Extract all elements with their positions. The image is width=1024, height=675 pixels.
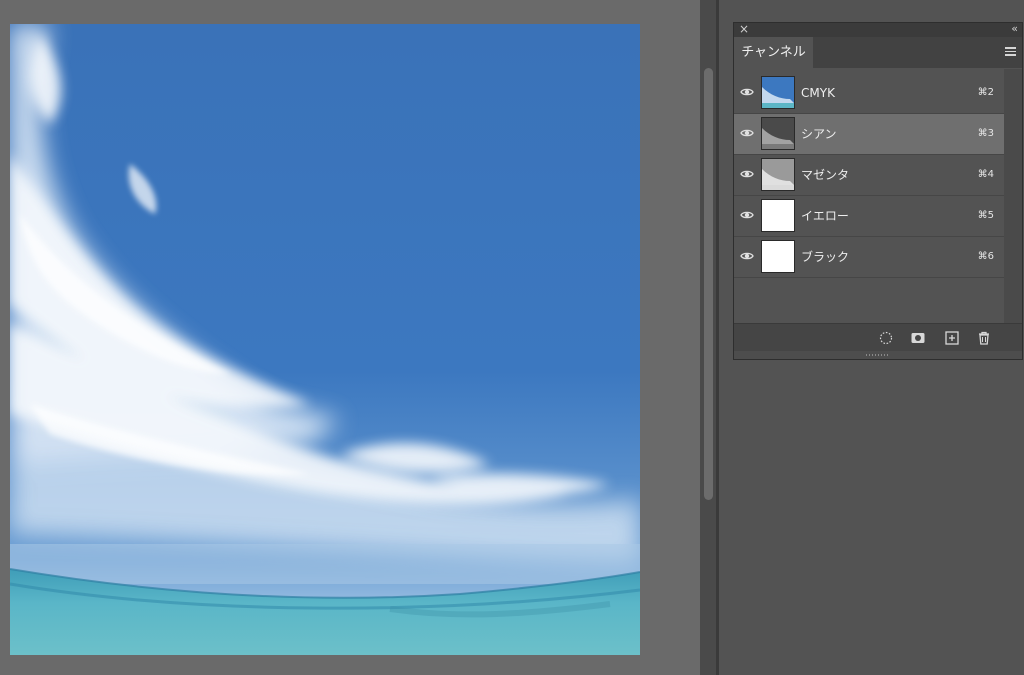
collapse-panel-icon[interactable]: ‹‹ [1011, 21, 1018, 37]
channel-shortcut: ⌘5 [977, 210, 994, 221]
channel-row-cmyk[interactable]: CMYK ⌘2 [734, 73, 1004, 114]
eye-icon[interactable] [740, 251, 754, 261]
channel-shortcut: ⌘4 [977, 169, 994, 180]
channel-row-magenta[interactable]: マゼンタ ⌘4 [734, 155, 1004, 196]
channel-name: マゼンタ [801, 168, 850, 182]
eye-icon[interactable] [740, 87, 754, 97]
channels-panel: × ‹‹ チャンネル CMYK ⌘2 シアン ⌘3 マゼンタ ⌘4 イエロー ⌘… [734, 21, 1022, 359]
canvas-vertical-scrollbar[interactable] [700, 0, 716, 675]
eye-icon[interactable] [740, 169, 754, 179]
load-selection-icon[interactable] [878, 330, 894, 346]
panel-scrollbar[interactable] [1004, 69, 1022, 323]
sky-photo [10, 24, 640, 655]
channel-thumbnail [761, 158, 795, 191]
document-canvas[interactable] [10, 24, 640, 655]
trash-icon[interactable] [976, 330, 992, 346]
channel-thumbnail [761, 240, 795, 273]
channel-thumbnail [761, 76, 795, 109]
panel-footer [734, 323, 1022, 351]
save-selection-icon[interactable] [910, 330, 926, 346]
channel-name: CMYK [801, 86, 835, 100]
document-workspace [0, 0, 700, 675]
channel-shortcut: ⌘3 [977, 128, 994, 139]
panel-tab-bar: チャンネル [734, 37, 1022, 68]
channel-row-yellow[interactable]: イエロー ⌘5 [734, 196, 1004, 237]
photoshop-window: × ‹‹ チャンネル CMYK ⌘2 シアン ⌘3 マゼンタ ⌘4 イエロー ⌘… [0, 0, 1024, 675]
channel-shortcut: ⌘6 [977, 251, 994, 262]
channel-thumbnail [761, 199, 795, 232]
hamburger-menu-icon[interactable] [1005, 45, 1017, 59]
channel-name: イエロー [801, 209, 849, 223]
channel-row-cyan[interactable]: シアン ⌘3 [734, 114, 1004, 155]
panel-resize-grip[interactable] [734, 351, 1022, 359]
eye-icon[interactable] [740, 210, 754, 220]
eye-icon[interactable] [740, 128, 754, 138]
channel-row-black[interactable]: ブラック ⌘6 [734, 237, 1004, 278]
channel-name: シアン [801, 127, 837, 141]
new-channel-icon[interactable] [944, 330, 960, 346]
tab-channels[interactable]: チャンネル [734, 37, 813, 68]
channel-thumbnail [761, 117, 795, 150]
panel-title-bar[interactable]: × ‹‹ [734, 21, 1022, 37]
canvas-scrollbar-thumb[interactable] [704, 68, 713, 500]
grip-dots [866, 354, 890, 356]
channel-list: CMYK ⌘2 シアン ⌘3 マゼンタ ⌘4 イエロー ⌘5 ブラック ⌘6 [734, 73, 1004, 278]
channel-name: ブラック [801, 250, 850, 264]
channel-shortcut: ⌘2 [977, 87, 994, 98]
close-icon[interactable]: × [739, 21, 749, 37]
